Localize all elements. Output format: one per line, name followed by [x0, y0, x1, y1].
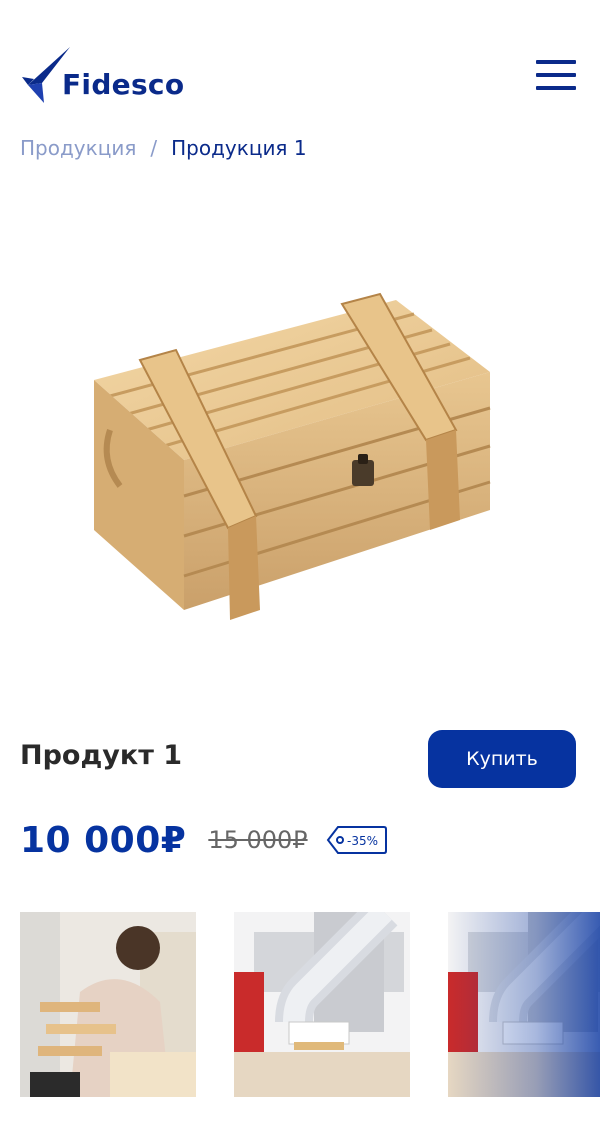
price-row: 10 000₽ 15 000₽ -35% [20, 816, 388, 864]
wooden-box-image [94, 292, 491, 620]
breadcrumb: Продукция / Продукция 1 [20, 136, 307, 160]
breadcrumb-current: Продукция 1 [171, 136, 307, 160]
price-current: 10 000₽ [20, 819, 187, 861]
header: Fidesco [0, 0, 600, 130]
product-gallery [20, 912, 600, 1097]
buy-button[interactable]: Купить [428, 730, 576, 788]
product-title-row: Продукт 1 Купить [20, 730, 576, 788]
breadcrumb-link-products[interactable]: Продукция [20, 136, 136, 160]
logo[interactable]: Fidesco [20, 44, 190, 106]
woman-woodworking-photo-icon [20, 912, 196, 1097]
brand-name: Fidesco [62, 68, 185, 101]
discount-badge: -35% [326, 825, 388, 855]
breadcrumb-separator: / [150, 136, 158, 160]
price-old: 15 000₽ [208, 826, 308, 854]
gallery-thumb-woodworker[interactable] [20, 912, 196, 1097]
cnc-machine-photo-icon [234, 912, 410, 1097]
discount-text: -35% [347, 834, 378, 848]
hamburger-menu-button[interactable] [536, 60, 576, 90]
gallery-thumb-cnc[interactable] [234, 912, 410, 1097]
hamburger-icon [536, 60, 576, 64]
gallery-fade-overlay [448, 912, 600, 1097]
discount-tag-icon: -35% [326, 826, 387, 854]
gallery-thumb-cnc-faded[interactable] [448, 912, 600, 1097]
product-image[interactable] [80, 280, 520, 620]
product-title: Продукт 1 [20, 740, 183, 771]
